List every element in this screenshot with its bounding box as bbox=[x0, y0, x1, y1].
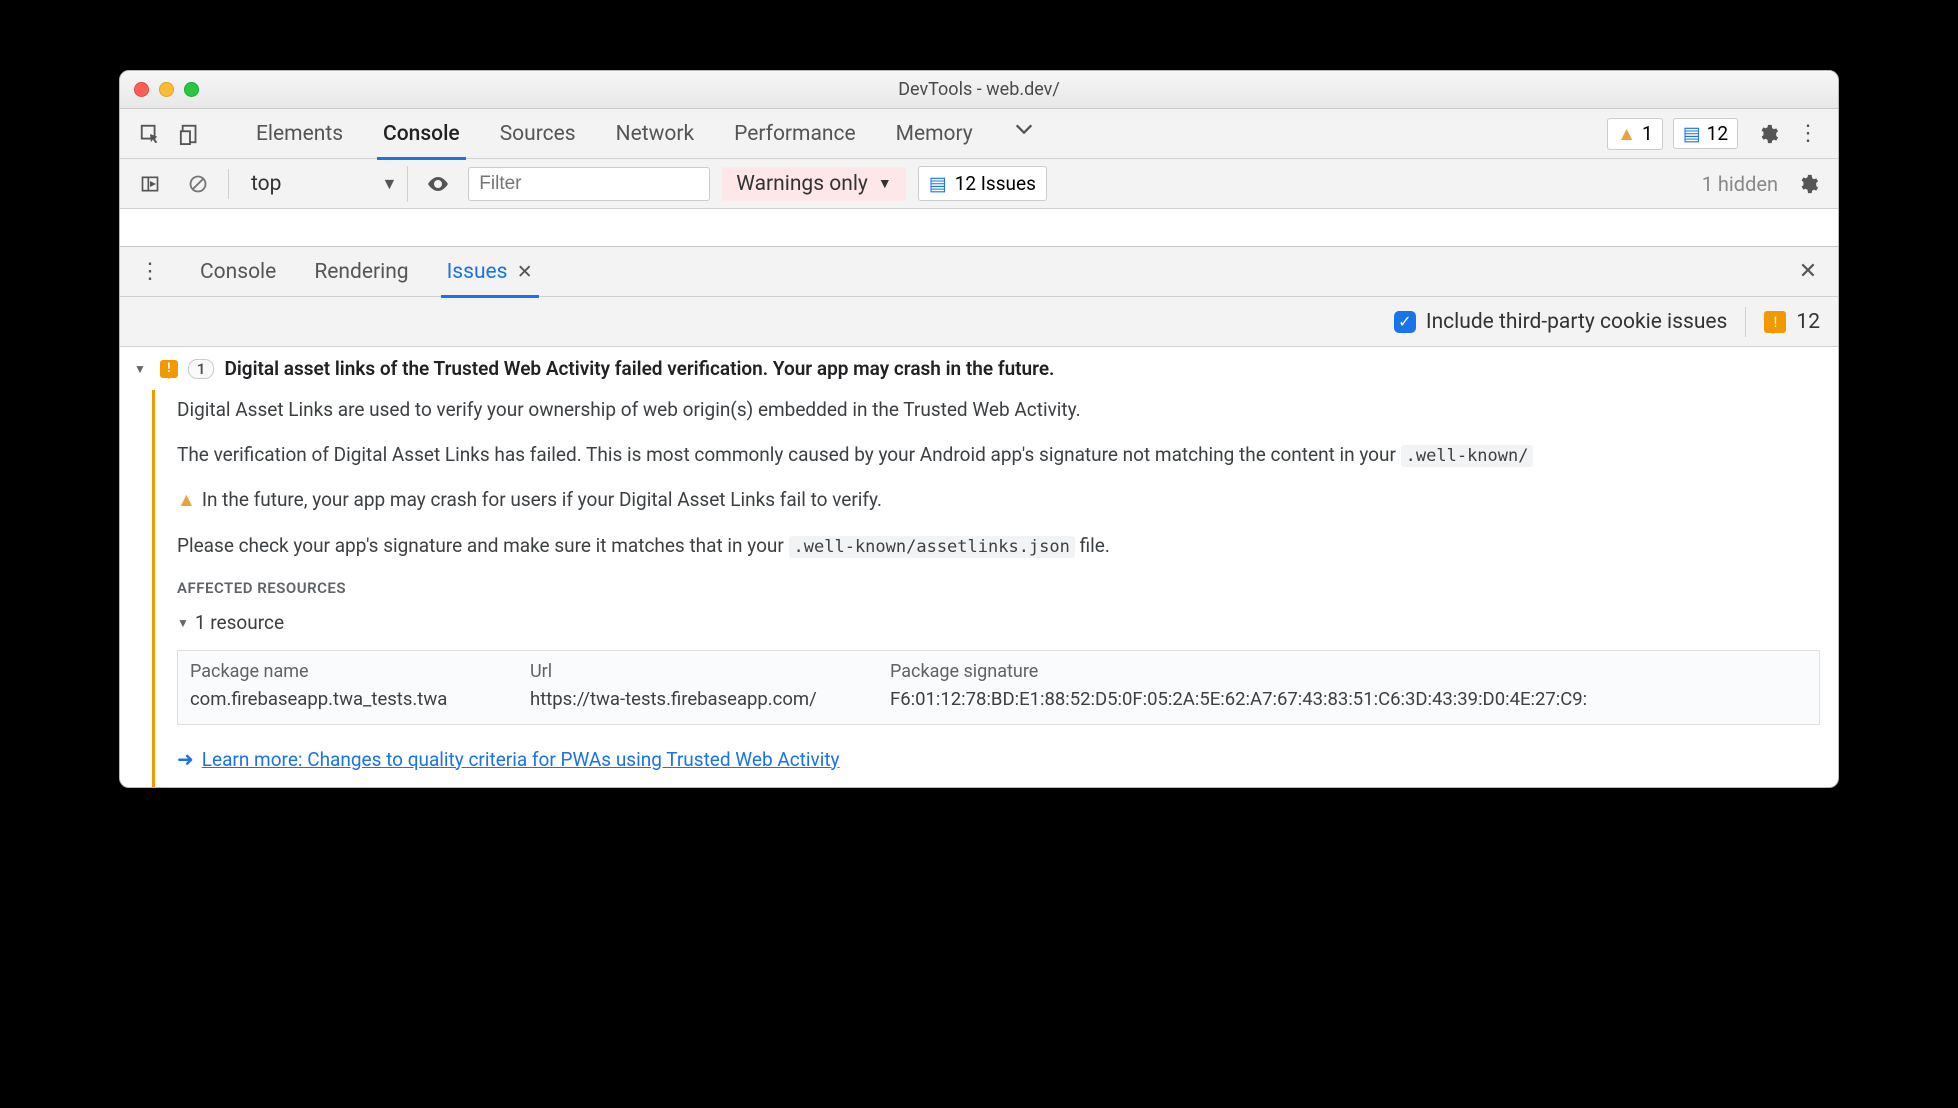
drawer-tab-console[interactable]: Console bbox=[194, 248, 282, 296]
warnings-badge[interactable]: ▲ 1 bbox=[1607, 118, 1663, 150]
filter-input[interactable] bbox=[479, 173, 699, 195]
titlebar: DevTools - web.dev/ bbox=[120, 71, 1838, 109]
issue-title: Digital asset links of the Trusted Web A… bbox=[224, 357, 1054, 380]
external-link-icon: ➜ bbox=[177, 747, 194, 771]
issue-warning-paragraph: ▲In the future, your app may crash for u… bbox=[177, 488, 1820, 512]
table-row[interactable]: com.firebaseapp.twa_tests.twa https://tw… bbox=[190, 688, 1807, 710]
code-snippet: .well-known/ bbox=[1401, 445, 1534, 467]
eye-icon[interactable] bbox=[420, 166, 456, 202]
window-controls bbox=[120, 82, 199, 97]
tab-console[interactable]: Console bbox=[377, 110, 466, 158]
drawer-tabs: ⋮ Console Rendering Issues ✕ ✕ bbox=[120, 247, 1838, 297]
tab-overflow[interactable] bbox=[1007, 110, 1041, 158]
caret-down-icon: ▼ bbox=[878, 175, 892, 192]
issues-button-label: 12 Issues bbox=[955, 172, 1036, 195]
hidden-count[interactable]: 1 hidden bbox=[1702, 172, 1778, 196]
tab-memory[interactable]: Memory bbox=[890, 110, 979, 158]
cell-package-name: com.firebaseapp.twa_tests.twa bbox=[190, 688, 530, 710]
warnings-count: 1 bbox=[1642, 122, 1653, 145]
drawer-more-icon[interactable]: ⋮ bbox=[132, 254, 168, 290]
console-settings-icon[interactable] bbox=[1790, 166, 1826, 202]
learn-more-row: ➜ Learn more: Changes to quality criteri… bbox=[177, 747, 1820, 771]
filter-input-wrap bbox=[468, 167, 710, 201]
issues-badge[interactable]: ▤ 12 bbox=[1673, 118, 1738, 149]
col-signature: Package signature bbox=[890, 661, 1807, 682]
panel-tabs: Elements Console Sources Network Perform… bbox=[250, 110, 1041, 158]
issue-row-header[interactable]: ▼ ! 1 Digital asset links of the Trusted… bbox=[120, 347, 1838, 390]
affected-resources-label: Affected Resources bbox=[177, 579, 1820, 597]
third-party-checkbox[interactable]: ✓ Include third-party cookie issues bbox=[1394, 310, 1728, 334]
close-icon[interactable]: ✕ bbox=[517, 260, 533, 283]
col-package-name: Package name bbox=[190, 661, 530, 682]
warning-icon: ▲ bbox=[1617, 122, 1636, 146]
issue-content: Digital Asset Links are used to verify y… bbox=[152, 390, 1838, 787]
context-selector[interactable]: top ▼ bbox=[241, 166, 408, 202]
learn-more-link[interactable]: Learn more: Changes to quality criteria … bbox=[202, 748, 840, 771]
resource-table: Package name Url Package signature com.f… bbox=[177, 650, 1820, 725]
devtools-window: DevTools - web.dev/ Elements Console Sou… bbox=[119, 70, 1839, 788]
issue-paragraph: Digital Asset Links are used to verify y… bbox=[177, 398, 1820, 421]
console-output-empty bbox=[120, 209, 1838, 247]
expand-icon: ▼ bbox=[134, 362, 146, 376]
issues-toolbar: ✓ Include third-party cookie issues ! 12 bbox=[120, 297, 1838, 347]
sidebar-toggle-icon[interactable] bbox=[132, 166, 168, 202]
caret-down-icon: ▼ bbox=[381, 174, 397, 194]
settings-icon[interactable] bbox=[1750, 116, 1786, 152]
log-level-select[interactable]: Warnings only ▼ bbox=[722, 167, 905, 201]
zoom-window-button[interactable] bbox=[184, 82, 199, 97]
issues-total-count: 12 bbox=[1796, 310, 1820, 334]
message-icon: ▤ bbox=[929, 172, 947, 195]
console-toolbar: top ▼ Warnings only ▼ ▤ 12 Issues 1 hidd… bbox=[120, 159, 1838, 209]
issue-paragraph: Please check your app's signature and ma… bbox=[177, 534, 1820, 557]
issues-button[interactable]: ▤ 12 Issues bbox=[918, 166, 1047, 201]
more-icon[interactable]: ⋮ bbox=[1790, 116, 1826, 152]
drawer-tab-issues[interactable]: Issues ✕ bbox=[441, 248, 539, 296]
issue-count-badge: 1 bbox=[188, 359, 215, 379]
tab-performance[interactable]: Performance bbox=[728, 110, 861, 158]
drawer-close-icon[interactable]: ✕ bbox=[1790, 254, 1826, 290]
device-toggle-icon[interactable] bbox=[172, 116, 208, 152]
col-url: Url bbox=[530, 661, 890, 682]
issue-icon: ! bbox=[1764, 311, 1786, 333]
drawer-tab-rendering[interactable]: Rendering bbox=[308, 248, 414, 296]
status-badges: ▲ 1 ▤ 12 bbox=[1607, 118, 1738, 150]
log-level-label: Warnings only bbox=[736, 172, 868, 196]
issue-icon: ! bbox=[160, 360, 178, 378]
main-toolbar: Elements Console Sources Network Perform… bbox=[120, 109, 1838, 159]
issue-paragraph: The verification of Digital Asset Links … bbox=[177, 443, 1820, 466]
tab-elements[interactable]: Elements bbox=[250, 110, 349, 158]
checkbox-label: Include third-party cookie issues bbox=[1426, 310, 1728, 334]
issue-panel: ▼ ! 1 Digital asset links of the Trusted… bbox=[120, 347, 1838, 787]
close-window-button[interactable] bbox=[134, 82, 149, 97]
table-header-row: Package name Url Package signature bbox=[190, 661, 1807, 682]
warning-icon: ▲ bbox=[177, 488, 196, 511]
cell-url: https://twa-tests.firebaseapp.com/ bbox=[530, 688, 890, 710]
issues-total: ! 12 bbox=[1764, 310, 1820, 334]
window-title: DevTools - web.dev/ bbox=[120, 79, 1838, 100]
drawer-tab-issues-label: Issues bbox=[447, 260, 508, 284]
caret-down-icon: ▼ bbox=[177, 616, 189, 630]
message-icon: ▤ bbox=[1683, 122, 1701, 145]
inspect-icon[interactable] bbox=[132, 116, 168, 152]
cell-signature: F6:01:12:78:BD:E1:88:52:D5:0F:05:2A:5E:6… bbox=[890, 688, 1807, 710]
divider bbox=[228, 169, 229, 199]
tab-sources[interactable]: Sources bbox=[494, 110, 582, 158]
divider bbox=[1745, 307, 1746, 337]
clear-console-icon[interactable] bbox=[180, 166, 216, 202]
resource-expand[interactable]: ▼ 1 resource bbox=[177, 611, 1820, 634]
minimize-window-button[interactable] bbox=[159, 82, 174, 97]
resource-count: 1 resource bbox=[195, 611, 284, 634]
tab-network[interactable]: Network bbox=[610, 110, 701, 158]
context-label: top bbox=[251, 172, 281, 196]
code-snippet: .well-known/assetlinks.json bbox=[789, 536, 1075, 558]
issues-count-top: 12 bbox=[1707, 122, 1728, 145]
checkbox-checked-icon: ✓ bbox=[1394, 311, 1416, 333]
